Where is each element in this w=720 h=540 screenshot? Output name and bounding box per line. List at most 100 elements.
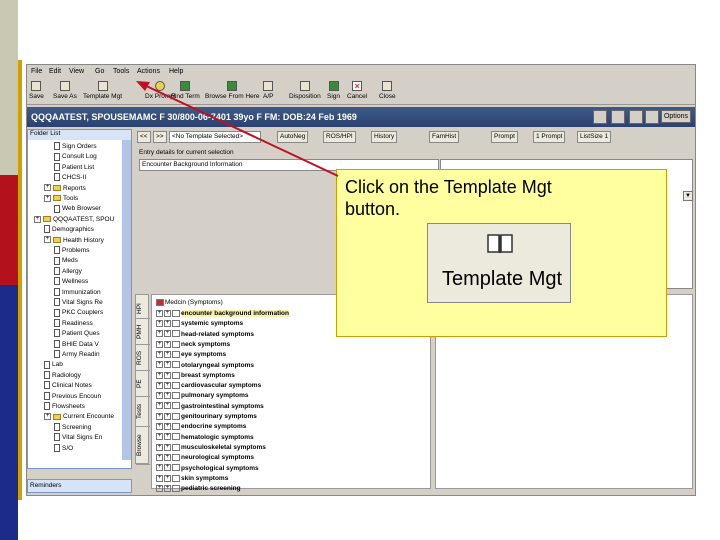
template-select[interactable]: <No Template Selected>: [169, 131, 261, 143]
checkbox[interactable]: [172, 484, 180, 492]
folder-tree-item[interactable]: BHIE Data V: [54, 339, 99, 350]
checkbox[interactable]: [172, 453, 180, 461]
expand-icon[interactable]: +: [156, 320, 163, 328]
expand-icon[interactable]: +: [164, 350, 171, 358]
folder-tree-item[interactable]: Patient Ques: [54, 329, 100, 339]
expand-icon[interactable]: +: [164, 361, 171, 369]
folder-tree-item[interactable]: Problems: [54, 246, 89, 256]
checkbox[interactable]: [172, 402, 180, 410]
expand-icon[interactable]: +: [156, 433, 163, 441]
forward-button[interactable]: >>: [153, 131, 167, 143]
chevron-down-icon[interactable]: ▼: [683, 191, 693, 201]
folder-tree-item[interactable]: Demographics: [44, 225, 94, 235]
tab-pe[interactable]: PE: [136, 371, 150, 397]
folder-tree-item[interactable]: Web Browser: [54, 204, 101, 214]
folder-tree-item[interactable]: CHCS-II: [54, 173, 86, 183]
checkbox[interactable]: [172, 381, 180, 389]
folder-tree-item[interactable]: Flowsheets: [44, 402, 85, 412]
toolbar-a-p-button[interactable]: A/P: [263, 81, 273, 100]
expand-icon[interactable]: +: [164, 330, 171, 338]
checkbox[interactable]: [172, 443, 180, 451]
symptom-row[interactable]: + + endocrine symptoms: [156, 422, 246, 432]
menu-item-actions[interactable]: Actions: [137, 68, 160, 75]
expand-icon[interactable]: +: [164, 412, 171, 420]
folder-tree-item[interactable]: Immunization: [54, 287, 101, 298]
expand-icon[interactable]: +: [156, 484, 163, 492]
folder-tree-item[interactable]: + Reports: [44, 184, 86, 194]
folder-tree-item[interactable]: Patient List: [54, 163, 94, 173]
symptom-row[interactable]: + + musculoskeletal symptoms: [156, 443, 266, 453]
toolbar-find-term-button[interactable]: Find Term: [171, 81, 200, 100]
symptom-row[interactable]: + + systemic symptoms: [156, 319, 243, 329]
symptom-row[interactable]: + + gastrointestinal symptoms: [156, 402, 264, 412]
expand-icon[interactable]: +: [164, 433, 171, 441]
expand-icon[interactable]: +: [156, 402, 163, 410]
folder-tree-item[interactable]: Screening: [54, 423, 91, 433]
folder-tree-item[interactable]: + QQQAATEST, SPOU: [34, 215, 114, 225]
toolbar-browse-from-here-button[interactable]: Browse From Here: [205, 81, 260, 100]
symptom-row[interactable]: + + hematologic symptoms: [156, 433, 254, 443]
checkbox[interactable]: [172, 330, 180, 338]
folder-tree-item[interactable]: Sign Orders: [54, 142, 97, 152]
symptom-row[interactable]: + + neurological symptoms: [156, 453, 254, 463]
tab-browse[interactable]: Browse: [136, 427, 150, 465]
folder-tree-item[interactable]: Vital Signs Re: [54, 298, 103, 308]
expand-icon[interactable]: +: [164, 453, 171, 461]
folder-tree-item[interactable]: Allergy: [54, 267, 82, 277]
checkbox[interactable]: [172, 361, 180, 369]
expand-icon[interactable]: +: [44, 184, 51, 192]
expand-icon[interactable]: +: [156, 371, 163, 379]
expand-icon[interactable]: +: [164, 495, 171, 496]
folder-tree-item[interactable]: Vital Signs En: [54, 433, 102, 443]
menu-item-edit[interactable]: Edit: [49, 68, 61, 75]
checkbox[interactable]: [172, 309, 180, 317]
template-mgt-button-zoom[interactable]: Template Mgt: [427, 223, 571, 303]
symptom-row[interactable]: + + encounter background information: [156, 309, 289, 319]
toolbar-disposition-button[interactable]: Disposition: [289, 81, 321, 100]
folder-tree-item[interactable]: + Tools: [44, 194, 78, 204]
toolbar-save-button[interactable]: Save: [29, 81, 44, 100]
expand-icon[interactable]: +: [164, 381, 171, 389]
listsize-button[interactable]: ListSize 1: [577, 131, 612, 143]
symptom-row[interactable]: + + otolaryngeal symptoms: [156, 361, 254, 371]
symptom-row[interactable]: + + genitourinary symptoms: [156, 412, 257, 422]
folder-tree-item[interactable]: Meds: [54, 256, 78, 266]
checkbox[interactable]: [172, 320, 180, 328]
menu-item-help[interactable]: Help: [169, 68, 183, 75]
folder-tree-item[interactable]: PKC Couplers: [54, 308, 103, 318]
expand-icon[interactable]: +: [156, 340, 163, 348]
expand-icon[interactable]: +: [156, 381, 163, 389]
toolbar-sign-button[interactable]: Sign: [327, 81, 340, 100]
symptom-row[interactable]: + + skin symptoms: [156, 474, 228, 484]
expand-icon[interactable]: +: [156, 309, 163, 317]
expand-icon[interactable]: +: [164, 340, 171, 348]
folder-tree-item[interactable]: Clinical Notes: [44, 381, 92, 391]
expand-icon[interactable]: +: [156, 423, 163, 431]
toolbar-cancel-button[interactable]: ✕ Cancel: [347, 81, 367, 100]
expand-icon[interactable]: +: [164, 423, 171, 431]
expand-icon[interactable]: +: [44, 413, 51, 421]
folder-tree-item[interactable]: Lab: [44, 360, 63, 370]
options-button[interactable]: Options: [661, 110, 691, 123]
checkbox[interactable]: [172, 350, 180, 358]
symptom-row[interactable]: + + psychological symptoms: [156, 464, 259, 474]
folder-tree-item[interactable]: Radiology: [44, 371, 81, 381]
expand-icon[interactable]: +: [164, 392, 171, 400]
expand-icon[interactable]: +: [156, 412, 163, 420]
checkbox[interactable]: [172, 474, 180, 482]
autoneg-button[interactable]: AutoNeg: [277, 131, 309, 143]
tab-tests[interactable]: Tests: [136, 397, 150, 427]
globe-icon[interactable]: [611, 110, 625, 124]
checkbox[interactable]: [172, 392, 180, 400]
toolbar-close-button[interactable]: Close: [379, 81, 396, 100]
expand-icon[interactable]: +: [156, 350, 163, 358]
prompt-button[interactable]: Prompt: [491, 131, 518, 143]
symptom-row[interactable]: ++ allergic / immunologic: [156, 494, 250, 496]
expand-icon[interactable]: +: [164, 484, 171, 492]
expand-icon[interactable]: +: [156, 361, 163, 369]
menu-item-tools[interactable]: Tools: [113, 68, 129, 75]
checkbox[interactable]: [172, 495, 180, 496]
checkbox[interactable]: [172, 412, 180, 420]
one-prompt-button[interactable]: 1 Prompt: [533, 131, 566, 143]
folder-tree-item[interactable]: + Current Encounte: [44, 412, 114, 422]
